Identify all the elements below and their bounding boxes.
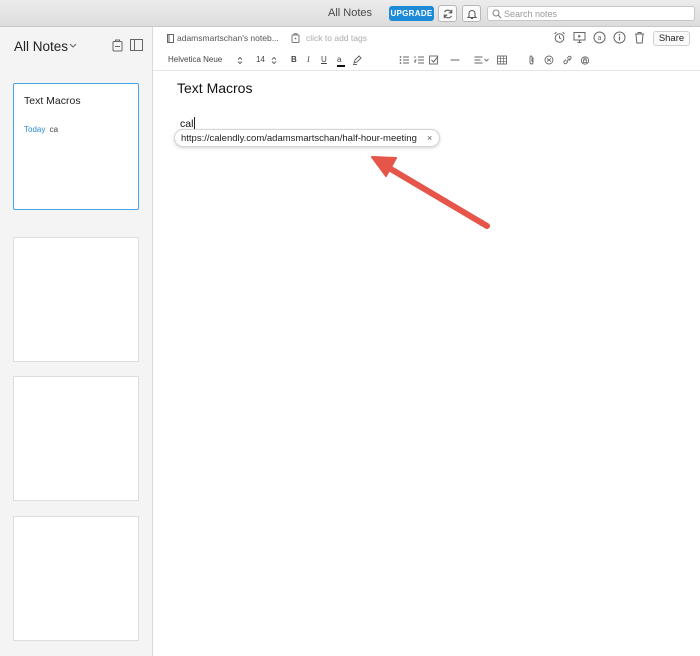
bell-icon	[466, 10, 478, 19]
arrow-shaft	[381, 162, 490, 229]
upgrade-button[interactable]: UPGRADE	[389, 6, 434, 21]
sync-icon	[443, 9, 453, 19]
search-icon	[492, 9, 502, 19]
note-card-meta: Today ca	[24, 125, 58, 134]
note-card[interactable]	[13, 376, 139, 501]
notifications-button[interactable]	[462, 5, 481, 22]
link-icon[interactable]	[562, 55, 573, 65]
note-card-text-macros[interactable]: Text Macros Today ca	[13, 83, 139, 210]
font-size-select[interactable]: 14	[256, 55, 265, 64]
table-icon[interactable]	[497, 55, 507, 65]
bullet-list-icon[interactable]	[399, 55, 409, 65]
share-button[interactable]: Share	[653, 31, 690, 46]
chevron-down-icon[interactable]	[69, 43, 77, 49]
note-card-snippet: ca	[49, 125, 59, 134]
text-macro-suggestion[interactable]: https://calendly.com/adamsmartschan/half…	[174, 129, 440, 147]
updown-chevron-icon[interactable]	[271, 56, 277, 65]
sync-button[interactable]	[438, 5, 457, 22]
note-card[interactable]	[13, 237, 139, 362]
formatting-toolbar: Helvetica Neue 14 B I U a	[153, 51, 700, 71]
note-card-title: Text Macros	[24, 95, 81, 107]
notebook-selector[interactable]: adamsmartschan's noteb...	[177, 33, 279, 43]
text-color-icon[interactable]: a	[337, 55, 345, 67]
lock-icon[interactable]	[580, 55, 590, 65]
horizontal-rule-icon[interactable]	[450, 55, 460, 65]
align-icon[interactable]	[474, 55, 489, 65]
close-icon[interactable]: ×	[427, 133, 432, 143]
svg-text:a: a	[597, 34, 601, 42]
underline-icon[interactable]: U	[321, 55, 327, 64]
highlight-icon[interactable]	[352, 55, 362, 65]
attachment-icon[interactable]	[528, 55, 536, 65]
alarm-clock-icon[interactable]	[553, 31, 566, 44]
info-icon[interactable]	[613, 31, 626, 44]
font-family-select[interactable]: Helvetica Neue	[168, 55, 222, 64]
tags-input[interactable]: click to add tags	[306, 33, 367, 43]
present-icon[interactable]	[573, 31, 586, 44]
sidebar-title[interactable]: All Notes	[14, 39, 68, 54]
title-bar: All Notes UPGRADE	[0, 0, 700, 27]
bold-icon[interactable]: B	[291, 55, 297, 64]
text-caret	[194, 117, 196, 129]
note-card-date: Today	[24, 125, 46, 134]
amazon-icon[interactable]: a	[593, 31, 606, 44]
trash-icon[interactable]	[634, 31, 645, 44]
search-input[interactable]	[504, 7, 692, 20]
note-header: adamsmartschan's noteb... click to add t…	[153, 27, 700, 51]
view-toggle-icon[interactable]	[130, 39, 143, 51]
search-box[interactable]	[487, 6, 695, 21]
suggestion-text[interactable]: https://calendly.com/adamsmartschan/half…	[181, 133, 417, 144]
numbered-list-icon[interactable]	[414, 55, 424, 65]
note-title[interactable]: Text Macros	[177, 80, 252, 96]
italic-icon[interactable]: I	[307, 55, 310, 64]
note-card[interactable]	[13, 516, 139, 641]
checklist-icon[interactable]	[429, 55, 439, 65]
arrow-head	[371, 156, 397, 177]
sidebar: All Notes Text Macros Today ca	[0, 27, 153, 656]
new-note-icon[interactable]	[112, 39, 123, 52]
notebook-icon	[167, 34, 174, 43]
code-icon[interactable]	[544, 55, 554, 65]
updown-chevron-icon[interactable]	[237, 56, 243, 65]
tag-icon	[291, 33, 300, 43]
